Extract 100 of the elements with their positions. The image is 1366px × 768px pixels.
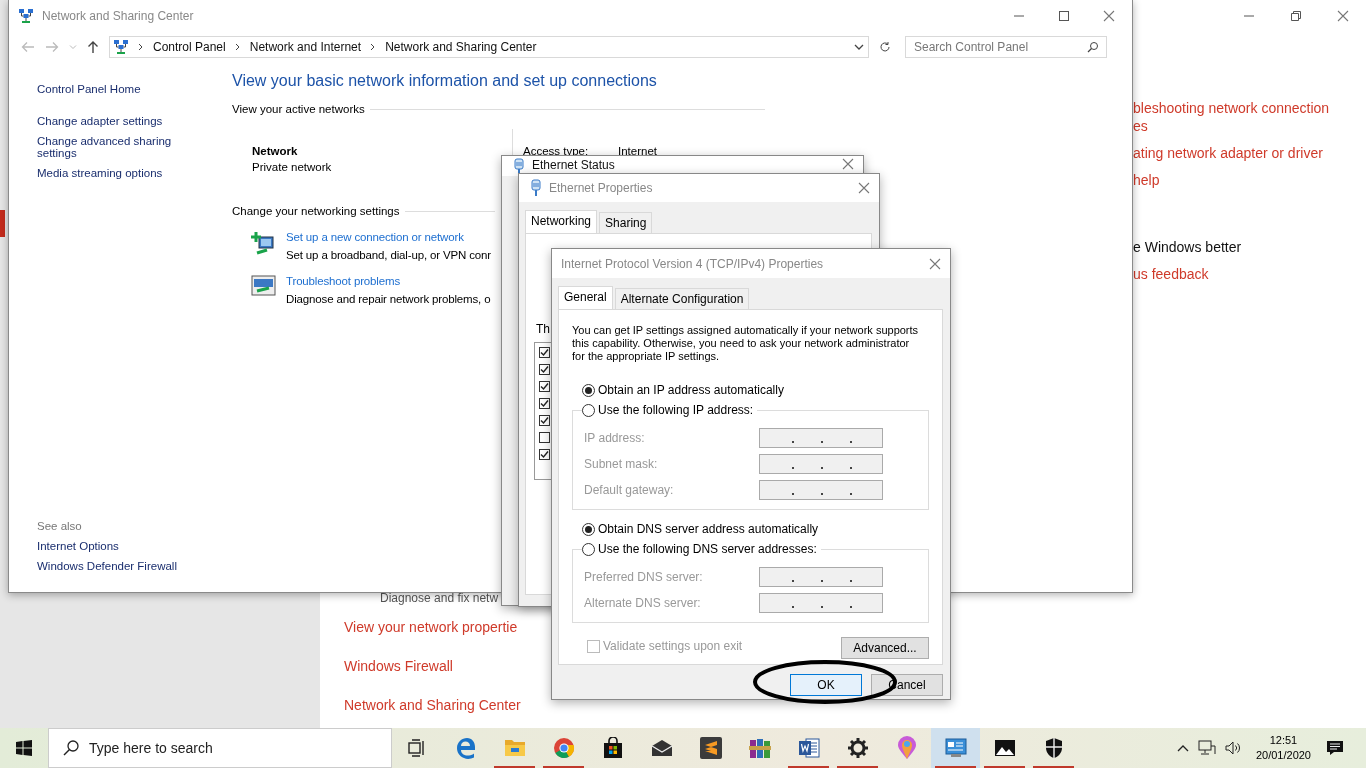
sidebar-link[interactable]: Media streaming options (37, 167, 187, 179)
field-label: IP address: (584, 431, 646, 445)
checkbox[interactable] (539, 449, 550, 460)
help-link[interactable]: ating network adapter or driver (1133, 145, 1323, 161)
breadcrumb-item[interactable]: Network and Sharing Center (385, 40, 537, 54)
section-label: View your active networks (232, 103, 365, 115)
field-label: Preferred DNS server: (584, 570, 704, 584)
sidebar-link[interactable]: Control Panel Home (37, 83, 187, 95)
close-icon[interactable] (842, 158, 854, 170)
windows-logo-icon (16, 740, 32, 756)
task-link[interactable]: Set up a new connection or network (286, 231, 464, 243)
checkbox-label: Validate settings upon exit (603, 639, 744, 653)
network-icon (113, 39, 129, 55)
checkbox[interactable] (539, 398, 550, 409)
folder-icon (503, 738, 526, 758)
help-link[interactable]: help (1133, 172, 1160, 188)
help-link[interactable]: es (1133, 118, 1148, 134)
related-link[interactable]: View your network propertie (344, 619, 518, 635)
tab[interactable]: Sharing (599, 212, 653, 233)
shield-icon (1044, 737, 1063, 759)
ip-address-field[interactable] (759, 567, 883, 587)
field-label: Alternate DNS server: (584, 596, 702, 610)
list-label: Th (536, 322, 550, 336)
help-link[interactable]: bleshooting network connection (1133, 100, 1330, 116)
breadcrumb-item[interactable]: Network and Internet (249, 40, 362, 54)
radio-button[interactable] (582, 542, 595, 556)
radio-label: Obtain DNS server address automatically (598, 522, 819, 536)
sidebar-link[interactable]: Change adapter settings (37, 115, 187, 127)
close-icon[interactable] (1337, 10, 1349, 22)
tab[interactable]: Alternate Configuration (614, 288, 750, 309)
search-icon (63, 740, 79, 756)
section-heading: e Windows better (1133, 239, 1242, 255)
radio-label: Use the following DNS server addresses: (598, 542, 817, 556)
network-setup-icon (251, 231, 277, 257)
help-link[interactable]: us feedback (1133, 266, 1209, 282)
advanced-button[interactable]: Advanced... (841, 637, 929, 659)
ethernet-plug-icon (531, 179, 541, 197)
search-field[interactable]: Search Control Panel (905, 36, 1107, 58)
wired-network-icon[interactable] (1197, 740, 1216, 756)
section-label: Change your networking settings (232, 205, 400, 217)
close-icon[interactable] (1103, 10, 1115, 22)
checkbox[interactable] (539, 432, 550, 443)
window-title: Network and Sharing Center (42, 9, 194, 23)
radio-button[interactable] (582, 403, 595, 417)
ip-address-field[interactable] (759, 593, 883, 613)
close-icon[interactable] (929, 257, 941, 270)
network-icon (18, 8, 34, 24)
ip-address-field[interactable] (759, 428, 883, 448)
ip-address-field[interactable] (759, 480, 883, 500)
tab[interactable]: General (558, 286, 613, 309)
checkbox[interactable] (539, 347, 550, 358)
round-browser-icon (552, 737, 575, 759)
see-also-link[interactable]: Internet Options (37, 540, 223, 552)
network-category: Private network (252, 161, 332, 173)
ip-address-field[interactable] (759, 454, 883, 474)
up-arrow-icon[interactable] (87, 40, 99, 54)
access-type-value: Internet (618, 145, 657, 157)
field-label: Default gateway: (584, 483, 675, 497)
taskbar-search-field[interactable]: Type here to search (48, 728, 392, 768)
caret-up-icon[interactable] (1176, 744, 1189, 752)
see-also-link[interactable]: Windows Defender Firewall (37, 560, 223, 572)
radio-label: Obtain an IP address automatically (598, 383, 784, 397)
clock[interactable]: 12:51 20/01/2020 (1249, 733, 1317, 763)
dialog-title: Internet Protocol Version 4 (TCP/IPv4) Properties (561, 256, 824, 271)
checkbox[interactable] (539, 381, 550, 392)
address-bar[interactable]: Control Panel Network and Internet Network and Sharing Center (109, 36, 869, 58)
mountain-picture-icon (993, 739, 1016, 757)
chevron-icon (138, 43, 144, 51)
dropdown-caret-icon[interactable] (854, 44, 864, 50)
checkbox[interactable] (539, 364, 550, 375)
restore-icon[interactable] (1290, 10, 1302, 22)
checkbox[interactable] (587, 639, 600, 653)
chevron-icon (234, 43, 241, 51)
breadcrumb-item[interactable]: Control Panel (153, 40, 226, 54)
checkbox[interactable] (539, 415, 550, 426)
chevron-icon (370, 43, 377, 51)
refresh-icon[interactable] (879, 41, 891, 53)
gear-icon (847, 738, 868, 758)
maximize-icon[interactable] (1058, 10, 1070, 22)
books-icon (748, 737, 771, 759)
radio-label: Use the following IP address: (598, 403, 754, 417)
related-link[interactable]: Windows Firewall (344, 658, 453, 674)
radio-button[interactable] (582, 383, 595, 397)
task-description: Set up a broadband, dial-up, or VPN conr (286, 249, 491, 261)
ok-button[interactable]: OK (790, 674, 862, 696)
see-also-heading: See also (37, 520, 83, 532)
field-label: Subnet mask: (584, 457, 659, 471)
dialog-title: Ethernet Status (532, 158, 615, 172)
related-link[interactable]: Network and Sharing Center (344, 697, 521, 713)
tile-icon (699, 737, 722, 759)
shopping-bag-icon (601, 737, 624, 759)
tab[interactable]: Networking (525, 210, 598, 233)
radio-button[interactable] (582, 522, 595, 536)
notification-icon[interactable] (1326, 740, 1344, 756)
task-link[interactable]: Troubleshoot problems (286, 275, 401, 287)
close-icon[interactable] (858, 182, 870, 194)
sidebar-link[interactable]: Change advanced sharing settings (37, 135, 187, 159)
volume-icon[interactable] (1224, 741, 1241, 755)
page-heading: View your basic network information and set up connections (232, 72, 658, 90)
ethernet-plug-icon (514, 158, 524, 176)
